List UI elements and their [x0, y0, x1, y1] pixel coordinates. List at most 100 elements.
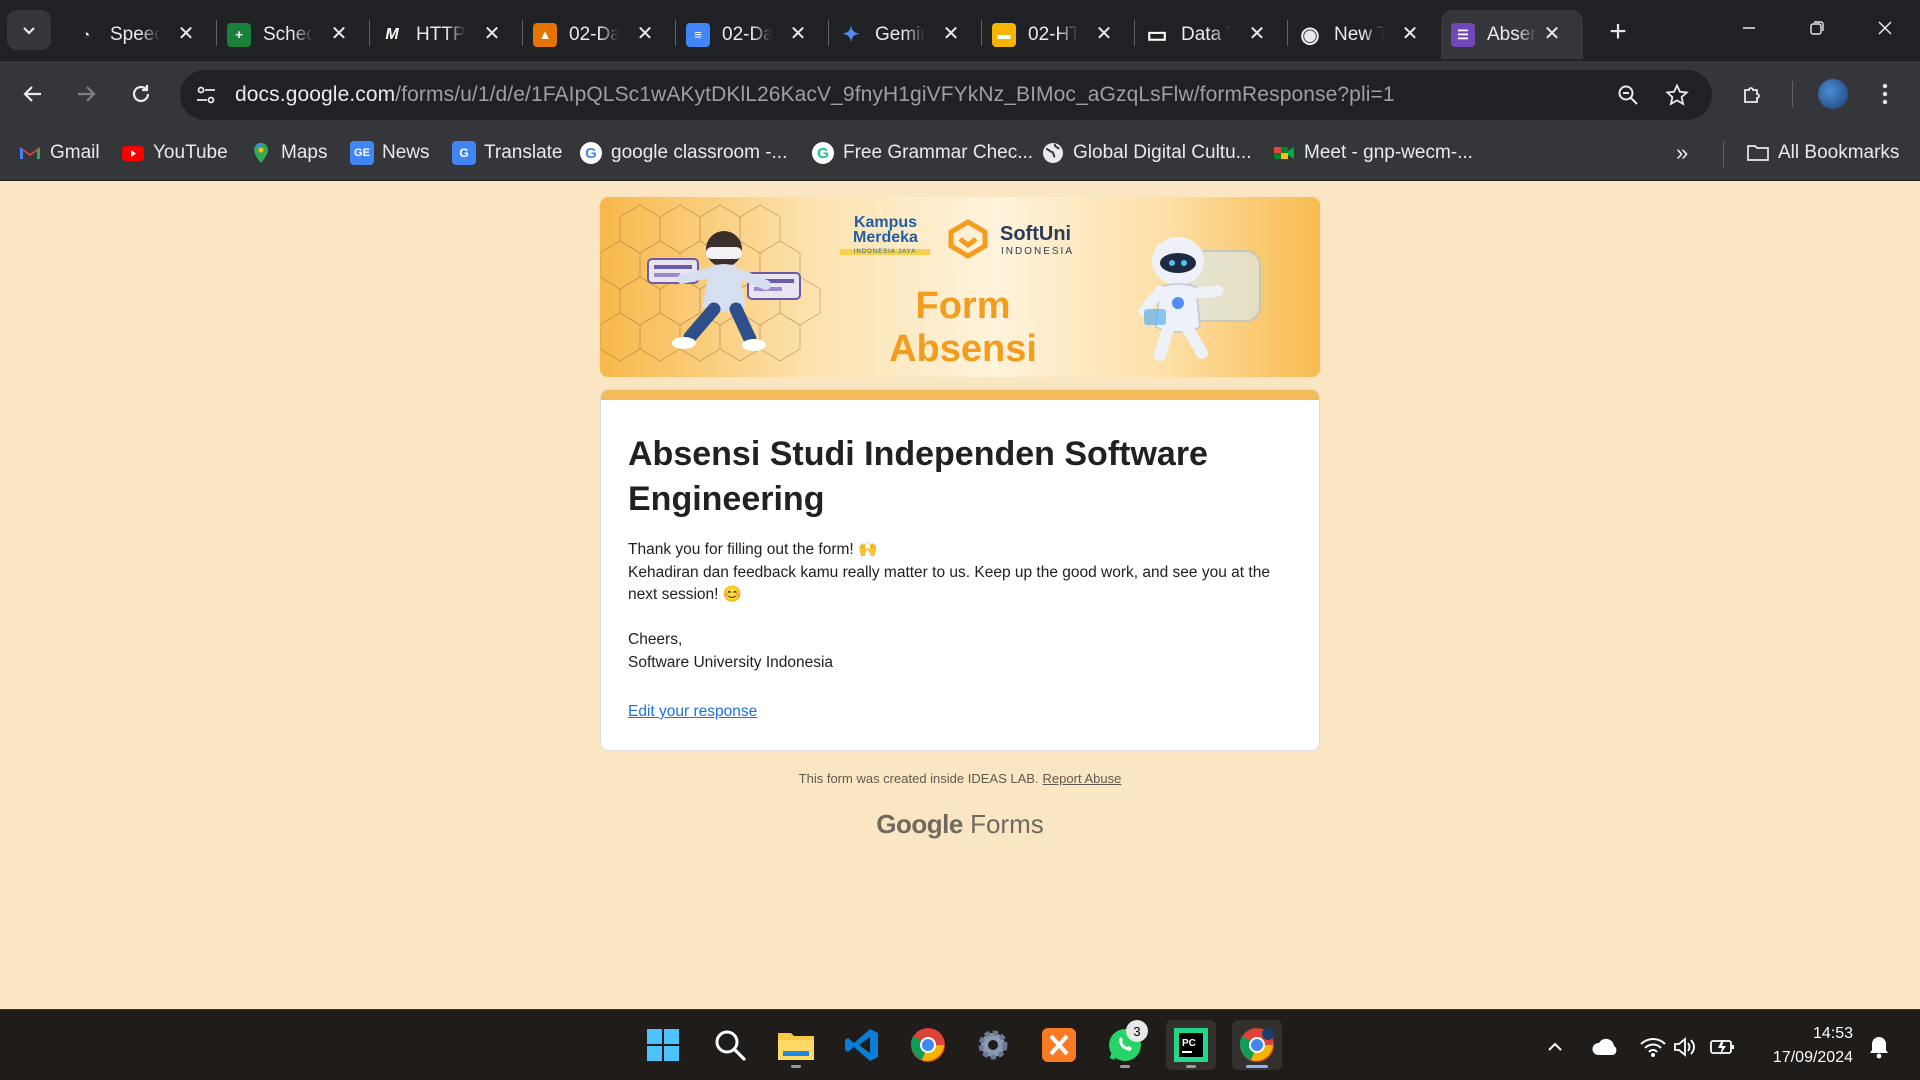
tab-close-button[interactable]: ✕ — [1541, 22, 1563, 45]
browser-tab[interactable]: + Schedule ✕ — [217, 10, 370, 59]
network-button[interactable] — [1636, 1030, 1670, 1064]
tab-title: Gemini — [875, 23, 925, 45]
onedrive-button[interactable] — [1588, 1030, 1622, 1064]
tab-title: 02-Data — [569, 23, 619, 45]
bookmark-label: Meet - gnp-wecm-... — [1304, 142, 1473, 163]
close-icon: ✕ — [1543, 22, 1561, 45]
tab-close-button[interactable]: ✕ — [1093, 22, 1115, 45]
bookmarks-divider — [1723, 141, 1724, 167]
windows-taskbar: 3 PC 14:53 17/09/2024 — [0, 1009, 1920, 1080]
chevron-up-icon — [1548, 1042, 1562, 1051]
tab-search-button[interactable] — [7, 10, 51, 50]
more-vert-icon — [1882, 83, 1888, 105]
browser-tab[interactable]: ≡ 02-Data ✕ — [676, 10, 829, 59]
chrome-taskbar-button[interactable] — [903, 1020, 953, 1070]
close-icon: ✕ — [636, 22, 654, 45]
bookmark-news[interactable]: GE News — [350, 138, 430, 168]
report-abuse-link[interactable]: Report Abuse — [1043, 771, 1122, 786]
tab-title: HTTP — [416, 23, 466, 45]
bookmark-google-classroom[interactable]: G google classroom -... — [579, 138, 787, 168]
pycharm-button[interactable]: PC — [1166, 1020, 1216, 1070]
bookmark-star-button[interactable] — [1663, 81, 1691, 109]
google-forms-logo[interactable]: Google Forms — [600, 809, 1320, 840]
system-clock[interactable]: 14:53 17/09/2024 — [1755, 1022, 1853, 1070]
tab-title: Schedule — [263, 23, 313, 45]
tab-close-button[interactable]: ✕ — [328, 22, 350, 45]
avatar — [1818, 79, 1848, 109]
cloud-icon — [1592, 1038, 1617, 1055]
confirmation-message: Thank you for filling out the form! 🙌 Ke… — [628, 539, 1288, 674]
bookmark-youtube[interactable]: YouTube — [121, 138, 228, 168]
browser-tab[interactable]: ▲ 02-Data ✕ — [523, 10, 676, 59]
tab-close-button[interactable]: ✕ — [175, 22, 197, 45]
address-bar[interactable]: docs.google.com/forms/u/1/d/e/1FAIpQLSc1… — [180, 70, 1712, 120]
bookmark-gmail[interactable]: Gmail — [18, 138, 100, 168]
active-indicator — [1246, 1065, 1268, 1068]
settings-button[interactable] — [968, 1020, 1018, 1070]
tab-close-button[interactable]: ✕ — [1246, 22, 1268, 45]
more-bookmarks-button[interactable]: » — [1676, 138, 1688, 168]
url-text[interactable]: docs.google.com/forms/u/1/d/e/1FAIpQLSc1… — [235, 83, 1395, 107]
chrome-icon — [1239, 1028, 1274, 1062]
whatsapp-button[interactable]: 3 — [1100, 1020, 1150, 1070]
browser-tab[interactable]: ▭ Data Types ✕ — [1135, 10, 1288, 59]
start-button[interactable] — [638, 1020, 688, 1070]
extensions-button[interactable] — [1736, 77, 1770, 111]
vscode-button[interactable] — [837, 1020, 887, 1070]
forward-button[interactable] — [65, 73, 107, 115]
taskbar-search-button[interactable] — [705, 1020, 755, 1070]
reload-button[interactable] — [120, 73, 162, 115]
star-icon — [1665, 83, 1689, 106]
tab-close-button[interactable]: ✕ — [1399, 22, 1421, 45]
browser-tab[interactable]: ☰ Absensi ✕ — [1441, 10, 1583, 59]
file-explorer-button[interactable] — [771, 1020, 821, 1070]
close-icon: ✕ — [1248, 22, 1266, 45]
tab-close-button[interactable]: ✕ — [787, 22, 809, 45]
slides-icon: ▲ — [533, 22, 557, 47]
clock-date: 17/09/2024 — [1772, 1049, 1853, 1066]
battery-button[interactable] — [1706, 1030, 1740, 1064]
banner-title: Form Absensi — [889, 285, 1037, 370]
gauge-icon: ◔ — [74, 22, 98, 47]
back-button[interactable] — [12, 73, 54, 115]
xampp-button[interactable] — [1034, 1020, 1084, 1070]
close-icon: ✕ — [330, 22, 348, 45]
edit-response-link[interactable]: Edit your response — [628, 703, 757, 721]
tab-close-button[interactable]: ✕ — [634, 22, 656, 45]
browser-tab[interactable]: M HTTP ✕ — [370, 10, 523, 59]
tab-close-button[interactable]: ✕ — [940, 22, 962, 45]
close-window-button[interactable] — [1862, 8, 1908, 48]
browser-tab[interactable]: ◔ Speedtest ✕ — [64, 10, 217, 59]
volume-button[interactable] — [1668, 1030, 1702, 1064]
bookmark-translate[interactable]: G Translate — [452, 138, 563, 168]
bookmark-meet[interactable]: Meet - gnp-wecm-... — [1272, 138, 1473, 168]
browser-tab[interactable]: ◉ New Tab ✕ — [1288, 10, 1441, 59]
plus-icon: + — [1609, 15, 1627, 48]
minimize-button[interactable] — [1726, 8, 1772, 48]
all-bookmarks-button[interactable]: All Bookmarks — [1746, 138, 1899, 168]
tab-close-button[interactable]: ✕ — [481, 22, 503, 45]
bookmark-maps[interactable]: Maps — [249, 138, 327, 168]
youtube-icon — [122, 146, 144, 161]
message-line: Software University Indonesia — [628, 653, 834, 671]
chevron-down-icon — [23, 27, 35, 35]
bookmark-grammar[interactable]: G Free Grammar Chec... — [811, 138, 1033, 168]
bookmark-label: Translate — [484, 142, 563, 163]
browser-tab[interactable]: ✦ Gemini ✕ — [829, 10, 982, 59]
profile-button[interactable] — [1816, 77, 1850, 111]
new-tab-button[interactable]: + — [1600, 14, 1636, 50]
browser-tab[interactable]: ▬ 02-HTML ✕ — [982, 10, 1135, 59]
notifications-button[interactable] — [1862, 1030, 1896, 1064]
chrome-menu-button[interactable] — [1868, 77, 1902, 111]
translate-icon: G — [452, 141, 476, 165]
site-settings-icon[interactable] — [194, 83, 218, 107]
restore-button[interactable] — [1794, 8, 1840, 48]
bookmark-global-digital[interactable]: Global Digital Cultu... — [1041, 138, 1251, 168]
sheets-icon: + — [227, 22, 251, 47]
chrome-active-button[interactable] — [1232, 1020, 1282, 1070]
bookmark-label: Gmail — [50, 142, 100, 163]
gear-icon — [978, 1030, 1008, 1060]
zoom-button[interactable] — [1614, 81, 1642, 109]
show-hidden-icons-button[interactable] — [1538, 1030, 1572, 1064]
tab-strip: ◔ Speedtest ✕ + Schedule ✕ M HTTP ✕ ▲ 02-Data ✕ ≡ 02-… — [0, 0, 1920, 61]
